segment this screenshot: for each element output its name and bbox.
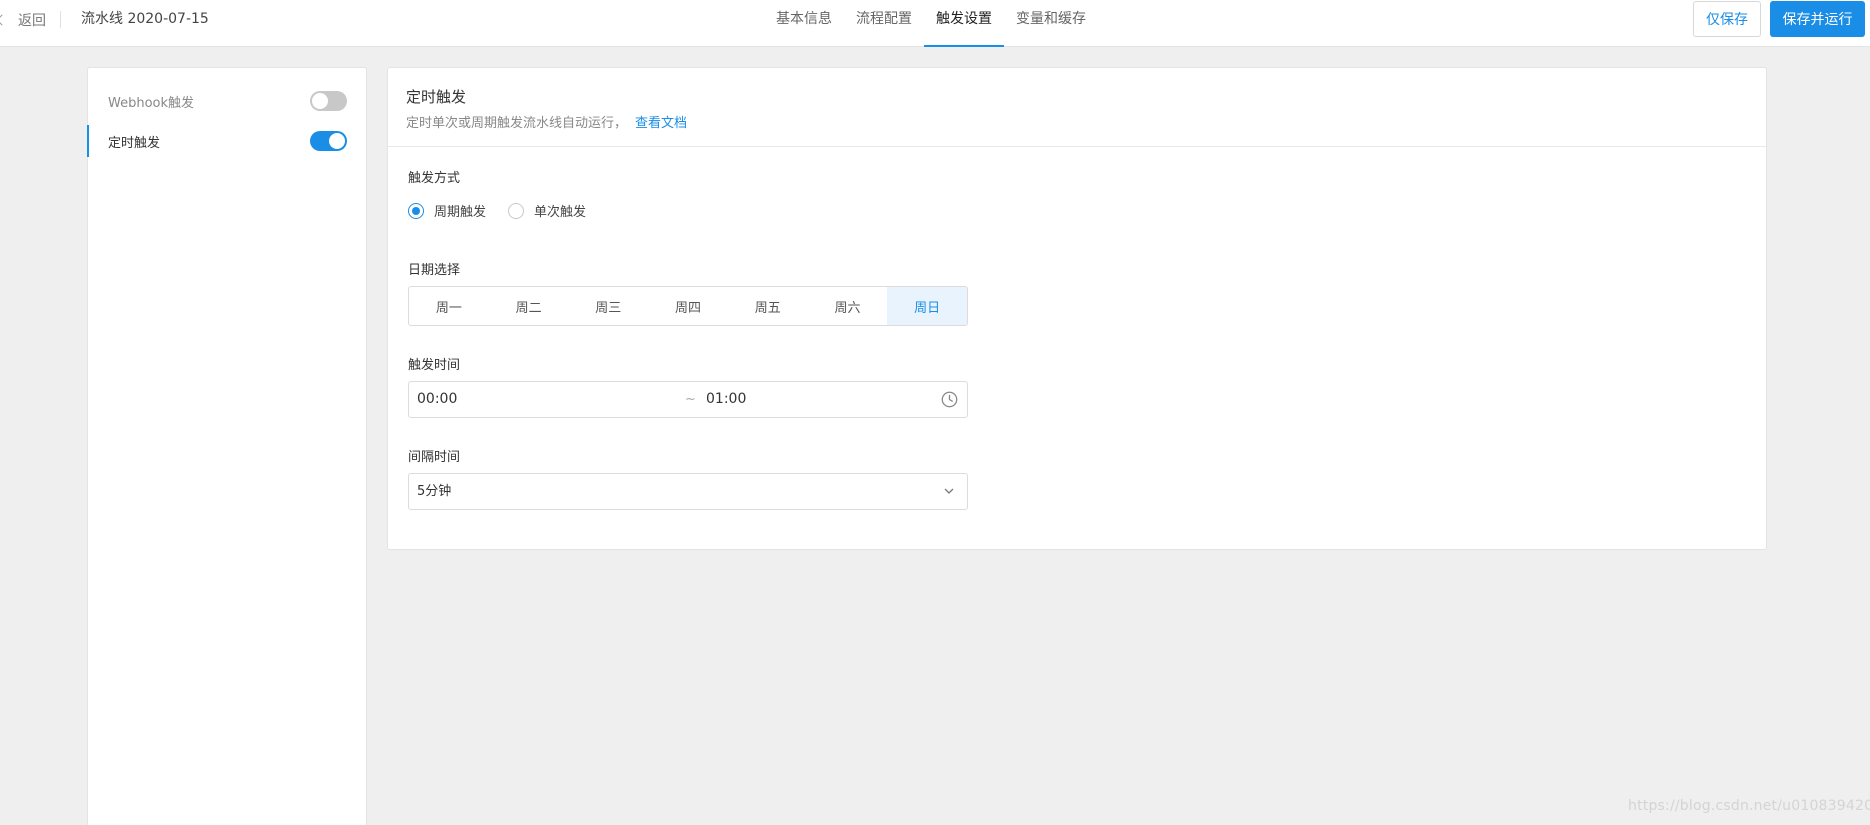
tab-basic-info[interactable]: 基本信息 <box>764 0 844 47</box>
tab-trigger-settings[interactable]: 触发设置 <box>924 0 1004 47</box>
start-time-input[interactable]: 00:00 <box>417 382 457 417</box>
trigger-sidebar: Webhook触发 定时触发 <box>87 67 367 825</box>
top-bar: 返回 流水线 2020-07-15 基本信息 流程配置 触发设置 变量和缓存 仅… <box>0 0 1870 47</box>
time-separator: ~ <box>685 392 696 407</box>
sidebar-item-label: Webhook触发 <box>108 95 195 111</box>
chevron-down-icon <box>944 488 954 494</box>
tab-flow-config[interactable]: 流程配置 <box>844 0 924 47</box>
interval-label: 间隔时间 <box>408 450 461 465</box>
day-sunday[interactable]: 周日 <box>887 287 967 325</box>
watermark: https://blog.csdn.net/u010839420 <box>1628 798 1870 814</box>
time-range-picker[interactable]: 00:00 ~ 01:00 <box>408 381 968 418</box>
interval-value: 5分钟 <box>417 484 452 499</box>
pipeline-title: 流水线 2020-07-15 <box>81 11 209 27</box>
back-button[interactable]: 返回 <box>0 0 46 39</box>
tab-variables-cache[interactable]: 变量和缓存 <box>1004 0 1098 47</box>
trigger-mode-label: 触发方式 <box>408 171 461 186</box>
description-text: 定时单次或周期触发流水线自动运行， <box>406 116 628 131</box>
weekday-selector: 周一 周二 周三 周四 周五 周六 周日 <box>408 286 968 326</box>
day-saturday[interactable]: 周六 <box>808 287 888 325</box>
radio-dot <box>408 202 424 219</box>
radio-periodic[interactable]: 周期触发 <box>408 201 486 220</box>
webhook-toggle[interactable] <box>310 91 347 111</box>
scheduled-toggle[interactable] <box>310 131 347 151</box>
card-title: 定时触发 <box>406 88 467 106</box>
day-friday[interactable]: 周五 <box>728 287 808 325</box>
radio-label: 单次触发 <box>534 205 587 220</box>
divider <box>60 11 61 28</box>
back-label: 返回 <box>18 12 46 29</box>
sidebar-item-webhook[interactable]: Webhook触发 <box>88 85 366 117</box>
radio-label: 周期触发 <box>434 205 487 220</box>
day-tuesday[interactable]: 周二 <box>489 287 569 325</box>
card-description: 定时单次或周期触发流水线自动运行， 查看文档 <box>406 112 687 131</box>
toggle-knob <box>329 133 345 149</box>
save-only-button[interactable]: 仅保存 <box>1693 1 1761 37</box>
save-and-run-button[interactable]: 保存并运行 <box>1770 1 1865 37</box>
date-select-label: 日期选择 <box>408 263 461 278</box>
end-time-input[interactable]: 01:00 <box>706 382 746 417</box>
radio-dot <box>508 202 525 219</box>
clock-icon <box>941 391 958 408</box>
card-header: 定时触发 定时单次或周期触发流水线自动运行， 查看文档 <box>388 68 1766 147</box>
scheduled-trigger-card: 定时触发 定时单次或周期触发流水线自动运行， 查看文档 触发方式 周期触发 单次… <box>387 67 1767 550</box>
day-monday[interactable]: 周一 <box>409 287 489 325</box>
radio-once[interactable]: 单次触发 <box>508 201 586 220</box>
interval-select[interactable]: 5分钟 <box>408 473 968 510</box>
sidebar-item-label: 定时触发 <box>108 135 161 151</box>
trigger-mode-radio-group: 周期触发 单次触发 <box>408 201 608 220</box>
tab-bar: 基本信息 流程配置 触发设置 变量和缓存 <box>764 0 1098 47</box>
toggle-knob <box>312 93 328 109</box>
chevron-left-icon <box>0 13 8 26</box>
day-wednesday[interactable]: 周三 <box>568 287 648 325</box>
day-thursday[interactable]: 周四 <box>648 287 728 325</box>
sidebar-item-scheduled[interactable]: 定时触发 <box>87 125 366 157</box>
trigger-time-label: 触发时间 <box>408 358 461 373</box>
view-docs-link[interactable]: 查看文档 <box>635 112 687 131</box>
